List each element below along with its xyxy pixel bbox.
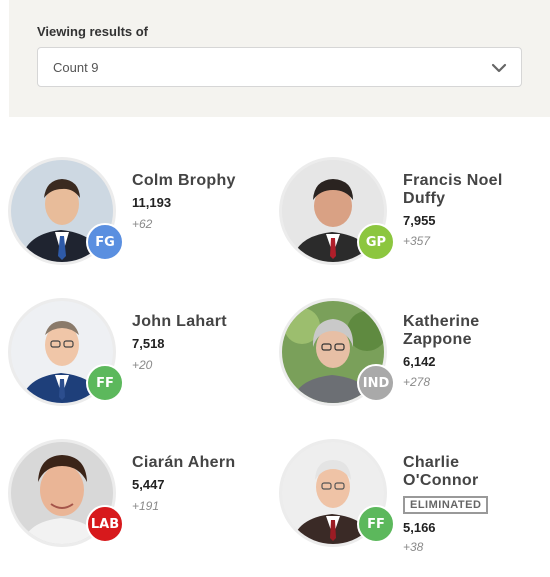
party-badge: FG	[86, 223, 124, 261]
party-badge: GP	[357, 223, 395, 261]
eliminated-badge: ELIMINATED	[403, 496, 489, 514]
candidate-card[interactable]: GP Francis Noel Duffy 7,955 +357	[279, 157, 534, 272]
party-badge: LAB	[86, 505, 124, 543]
vote-change: +278	[403, 375, 431, 389]
candidate-card[interactable]: FF Charlie O'Connor ELIMINATED 5,166 +38	[279, 439, 534, 554]
candidate-name: Colm Brophy	[132, 172, 236, 189]
party-badge: FF	[357, 505, 395, 543]
vote-change: +62	[132, 217, 153, 231]
candidate-votes: 7,955	[403, 213, 436, 228]
candidate-votes: 6,142	[403, 354, 436, 369]
candidate-card[interactable]: FF John Lahart 7,518 +20	[8, 298, 263, 413]
vote-change: +38	[403, 540, 424, 554]
candidate-name: Charlie O'Connor	[403, 454, 479, 489]
party-badge: IND	[357, 364, 395, 402]
results-filter-panel: Viewing results of Count 9	[9, 0, 550, 117]
candidate-name: Ciarán Ahern	[132, 454, 236, 471]
candidate-name: Francis Noel Duffy	[403, 172, 503, 207]
vote-change: +20	[132, 358, 153, 372]
count-select[interactable]: Count 9	[37, 47, 522, 87]
chevron-down-icon	[491, 63, 507, 73]
candidate-card[interactable]: IND Katherine Zappone 6,142 +278	[279, 298, 534, 413]
count-select-value: Count 9	[53, 60, 99, 75]
candidate-card[interactable]: FG Colm Brophy 11,193 +62	[8, 157, 263, 272]
vote-change: +357	[403, 234, 431, 248]
candidate-name: John Lahart	[132, 313, 227, 330]
candidate-votes: 11,193	[132, 195, 172, 210]
party-badge: FF	[86, 364, 124, 402]
candidate-name: Katherine Zappone	[403, 313, 480, 348]
filter-label: Viewing results of	[37, 24, 149, 39]
candidate-votes: 7,518	[132, 336, 165, 351]
vote-change: +191	[132, 499, 160, 513]
candidate-votes: 5,166	[403, 520, 436, 535]
candidate-card[interactable]: LAB Ciarán Ahern 5,447 +191	[8, 439, 263, 554]
candidate-votes: 5,447	[132, 477, 165, 492]
